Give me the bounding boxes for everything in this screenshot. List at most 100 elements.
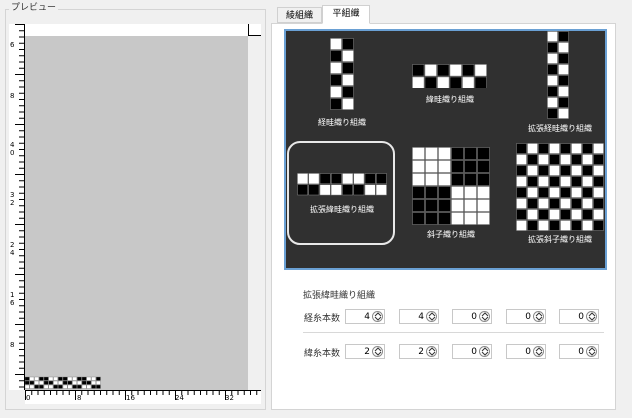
weave-cell <box>560 209 571 220</box>
weave-cell <box>425 212 438 225</box>
weave-cell <box>516 187 527 198</box>
ruler-v-label: 3 <box>10 191 15 199</box>
preview-cell <box>34 380 39 385</box>
weave-cell <box>593 198 604 209</box>
ruler-v-label: 6 <box>10 41 15 49</box>
preview-canvas[interactable] <box>25 24 248 390</box>
weave-cell <box>538 187 549 198</box>
warp-rib-pattern[interactable] <box>330 38 354 114</box>
ruler-v-label: 2 <box>10 241 15 249</box>
weft-rib-pattern[interactable] <box>412 64 488 88</box>
weft-count-spinner-5[interactable]: 0 <box>559 344 599 359</box>
spinner-arrows-icon[interactable] <box>426 346 437 357</box>
weave-cell <box>330 38 342 50</box>
weave-cell <box>582 209 593 220</box>
preview-cell <box>77 384 82 389</box>
weave-cell <box>571 154 582 165</box>
weave-cell <box>571 209 582 220</box>
weave-cell <box>527 220 538 231</box>
preview-cell <box>58 384 63 389</box>
preview-cell <box>43 380 49 385</box>
settings-title: 拡張緯畦織り組織 <box>303 291 376 301</box>
preview-cell <box>53 380 58 385</box>
preview-cell <box>39 380 44 385</box>
weave-cell <box>425 186 438 199</box>
tab-twill[interactable]: 綾組織 <box>277 7 322 23</box>
preview-cell <box>53 384 58 389</box>
preview-cell <box>91 380 96 385</box>
weave-cell <box>516 176 527 187</box>
warp-count-spinner-3[interactable]: 0 <box>452 309 492 324</box>
spinner-arrows-icon[interactable] <box>372 346 383 357</box>
weave-cell <box>527 198 538 209</box>
weave-cell <box>558 108 569 119</box>
preview-cell <box>91 384 96 389</box>
spinner-arrows-icon[interactable] <box>479 346 490 357</box>
extended-warp-rib-pattern[interactable] <box>547 31 573 119</box>
preview-legend: プレビュー <box>9 3 59 14</box>
extended-weft-rib-pattern[interactable] <box>297 173 387 197</box>
weave-cell <box>527 209 538 220</box>
basket-weave-pattern[interactable] <box>412 147 490 225</box>
weave-cell <box>549 209 560 220</box>
preview-cell <box>72 384 77 389</box>
spinner-arrows-icon[interactable] <box>426 311 437 322</box>
weave-cell <box>547 86 558 97</box>
weave-cell <box>319 184 331 196</box>
weave-cell <box>558 64 569 75</box>
weave-cell <box>582 154 593 165</box>
preview-cell <box>96 384 101 389</box>
weave-cell <box>549 154 560 165</box>
weave-cell <box>330 74 342 86</box>
weave-cell <box>462 76 475 88</box>
weave-cell <box>560 198 571 209</box>
spinner-arrows-icon[interactable] <box>533 311 544 322</box>
weave-cell <box>464 199 477 212</box>
ruler-v-label: 8 <box>10 341 15 349</box>
ruler-h-label: 32 <box>225 394 234 402</box>
warp-count-spinner-4[interactable]: 0 <box>506 309 546 324</box>
weave-cell <box>516 154 527 165</box>
weave-cell <box>560 165 571 176</box>
weave-cell <box>538 165 549 176</box>
weave-cell <box>477 186 490 199</box>
weft-count-spinner-4[interactable]: 0 <box>506 344 546 359</box>
ruler-h-label: 0 <box>26 394 31 402</box>
weave-cell <box>558 53 569 64</box>
weave-cell <box>477 160 490 173</box>
ruler-v-label: 4 <box>10 141 15 149</box>
weave-cell <box>527 143 538 154</box>
weave-cell <box>342 74 354 86</box>
weave-cell <box>364 184 376 196</box>
preview-cell <box>58 380 63 385</box>
preview-cell <box>43 376 49 381</box>
weave-cell <box>353 184 365 196</box>
tab-plain[interactable]: 平組織 <box>322 5 370 24</box>
weave-cell <box>593 220 604 231</box>
warp-count-spinner-2[interactable]: 4 <box>399 309 439 324</box>
preview-cell <box>67 384 73 389</box>
weave-cell <box>438 212 451 225</box>
weave-cell <box>462 64 475 77</box>
extended-basket-weave-pattern[interactable] <box>516 143 604 231</box>
weft-count-spinner-1[interactable]: 2 <box>345 344 385 359</box>
spinner-arrows-icon[interactable] <box>586 346 597 357</box>
spinner-arrows-icon[interactable] <box>533 346 544 357</box>
weave-cell <box>425 160 438 173</box>
spinner-arrows-icon[interactable] <box>586 311 597 322</box>
preview-cell <box>81 376 87 381</box>
spinner-arrows-icon[interactable] <box>479 311 490 322</box>
weave-cell <box>376 173 387 184</box>
weft-count-spinner-3[interactable]: 0 <box>452 344 492 359</box>
weft-count-spinner-2[interactable]: 2 <box>399 344 439 359</box>
weave-cell <box>582 187 593 198</box>
weave-cell <box>425 147 438 160</box>
warp-count-spinner-5[interactable]: 0 <box>559 309 599 324</box>
weave-label-extended-basket: 拡張斜子織り組織 <box>528 235 592 244</box>
weave-cell <box>451 173 464 186</box>
warp-count-spinner-1[interactable]: 4 <box>345 309 385 324</box>
weave-cell <box>560 187 571 198</box>
weave-cell <box>342 184 353 196</box>
preview-cell <box>39 376 44 381</box>
spinner-arrows-icon[interactable] <box>372 311 383 322</box>
